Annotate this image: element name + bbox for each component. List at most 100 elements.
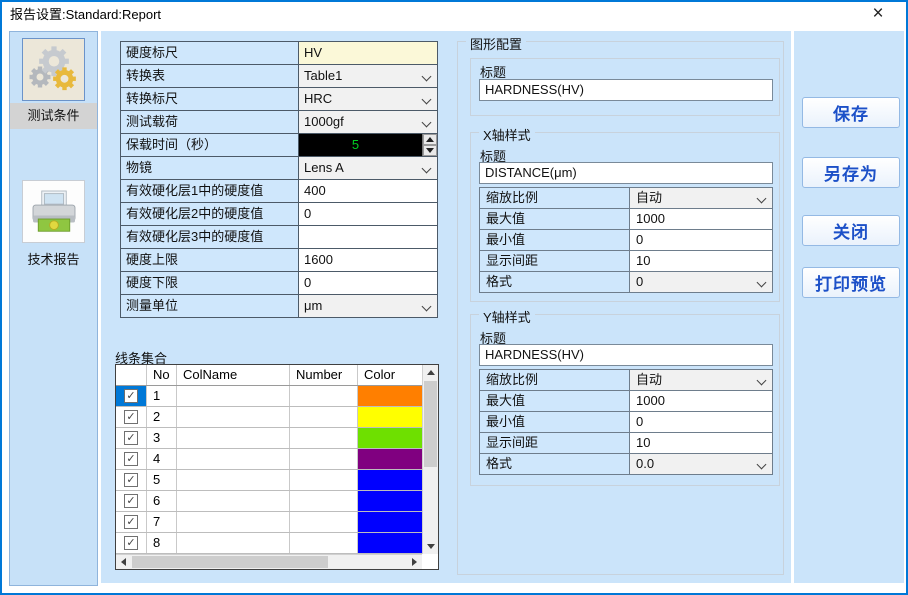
axis-text-field[interactable]: 1000 [629,208,773,230]
close-icon[interactable]: × [858,2,898,28]
checkbox-icon[interactable]: ✓ [124,452,138,466]
axis-dropdown[interactable]: 0.0 [629,453,773,475]
scroll-left-icon[interactable] [116,555,131,569]
form-dropdown[interactable]: 1000gf [298,110,438,134]
line-number-cell[interactable] [290,428,358,448]
line-colname-cell[interactable] [177,407,290,427]
form-text-field[interactable]: 0 [298,202,438,226]
line-number-cell[interactable] [290,449,358,469]
scroll-right-icon[interactable] [407,555,422,569]
print-preview-button[interactable]: 打印预览 [802,267,900,298]
close-dialog-button[interactable]: 关闭 [802,215,900,246]
checkbox-icon[interactable]: ✓ [124,515,138,529]
line-colname-cell[interactable] [177,386,290,406]
vertical-scrollbar[interactable] [422,365,438,554]
form-row: 测量单位μm [120,294,438,318]
checkbox-icon[interactable]: ✓ [124,536,138,550]
line-colname-cell[interactable] [177,533,290,553]
chevron-down-icon [422,302,432,312]
save-as-button[interactable]: 另存为 [802,157,900,188]
line-select-cell[interactable]: ✓ [116,533,147,553]
line-colname-cell[interactable] [177,428,290,448]
form-row: 物镜Lens A [120,156,438,180]
sidebar-item-tech-report[interactable]: 技术报告 [10,180,97,290]
horizontal-scroll-thumb[interactable] [132,556,328,568]
axis-text-field[interactable]: 10 [629,432,773,454]
line-number-cell[interactable] [290,533,358,553]
form-dropdown[interactable]: HRC [298,87,438,111]
line-select-cell[interactable]: ✓ [116,428,147,448]
line-no: 2 [147,407,177,427]
form-text-field[interactable]: 0 [298,271,438,295]
hold-time-spinner[interactable]: 5 [298,133,438,157]
axis-text-field[interactable]: 10 [629,250,773,272]
line-select-cell[interactable]: ✓ [116,407,147,427]
line-color-swatch[interactable] [358,470,422,490]
x-axis-title-input[interactable]: DISTANCE(μm) [479,162,773,184]
checkbox-icon[interactable]: ✓ [124,473,138,487]
line-select-cell[interactable]: ✓ [116,470,147,490]
line-select-cell[interactable]: ✓ [116,386,147,406]
line-select-cell[interactable]: ✓ [116,491,147,511]
form-row-label: 有效硬化层2中的硬度值 [120,202,299,226]
spinner-value: 5 [299,134,422,156]
line-colname-cell[interactable] [177,470,290,490]
axis-text-field[interactable]: 0 [629,229,773,251]
line-row: ✓3 [116,428,422,449]
horizontal-scrollbar[interactable] [116,554,422,569]
scroll-down-icon[interactable] [423,539,438,554]
form-dropdown[interactable]: Table1 [298,64,438,88]
form-text-field[interactable]: 400 [298,179,438,203]
line-colname-cell[interactable] [177,449,290,469]
axis-dropdown[interactable]: 自动 [629,369,773,391]
form-dropdown[interactable]: μm [298,294,438,318]
spinner-up-button[interactable] [423,134,437,145]
line-color-swatch[interactable] [358,533,422,553]
checkbox-icon[interactable]: ✓ [124,494,138,508]
line-color-swatch[interactable] [358,386,422,406]
test-condition-form: 硬度标尺HV转换表Table1转换标尺HRC测试载荷1000gf保载时间（秒）5… [120,42,438,318]
spinner-down-button[interactable] [423,145,437,156]
axis-row-label: 显示间距 [479,250,630,272]
form-row: 测试载荷1000gf [120,110,438,134]
axis-row: 格式0.0 [479,453,773,475]
line-number-cell[interactable] [290,386,358,406]
line-color-swatch[interactable] [358,449,422,469]
form-text-field[interactable] [298,225,438,249]
line-color-swatch[interactable] [358,407,422,427]
line-color-swatch[interactable] [358,512,422,532]
axis-text-field[interactable]: 1000 [629,390,773,412]
line-select-cell[interactable]: ✓ [116,512,147,532]
line-color-swatch[interactable] [358,491,422,511]
line-color-swatch[interactable] [358,428,422,448]
axis-dropdown[interactable]: 自动 [629,187,773,209]
form-row-label: 硬度上限 [120,248,299,272]
line-number-cell[interactable] [290,407,358,427]
line-number-cell[interactable] [290,470,358,490]
axis-row-label: 最小值 [479,229,630,251]
line-no: 6 [147,491,177,511]
line-colname-cell[interactable] [177,491,290,511]
line-select-cell[interactable]: ✓ [116,449,147,469]
y-axis-title-input[interactable]: HARDNESS(HV) [479,344,773,366]
axis-row: 缩放比例自动 [479,369,773,391]
save-button[interactable]: 保存 [802,97,900,128]
vertical-scroll-thumb[interactable] [424,381,437,467]
graph-title-input[interactable]: HARDNESS(HV) [479,79,773,101]
line-number-cell[interactable] [290,491,358,511]
checkbox-icon[interactable]: ✓ [124,389,138,403]
checkbox-icon[interactable]: ✓ [124,431,138,445]
line-no: 4 [147,449,177,469]
report-settings-dialog: 报告设置:Standard:Report × [0,0,908,595]
axis-text-field[interactable]: 0 [629,411,773,433]
axis-dropdown[interactable]: 0 [629,271,773,293]
sidebar-item-test-conditions[interactable]: 测试条件 [10,38,97,134]
form-row: 有效硬化层3中的硬度值 [120,225,438,249]
form-dropdown[interactable]: Lens A [298,156,438,180]
main-panel: 硬度标尺HV转换表Table1转换标尺HRC测试载荷1000gf保载时间（秒）5… [101,31,791,583]
line-number-cell[interactable] [290,512,358,532]
checkbox-icon[interactable]: ✓ [124,410,138,424]
line-colname-cell[interactable] [177,512,290,532]
form-text-field[interactable]: 1600 [298,248,438,272]
scroll-up-icon[interactable] [423,365,438,380]
